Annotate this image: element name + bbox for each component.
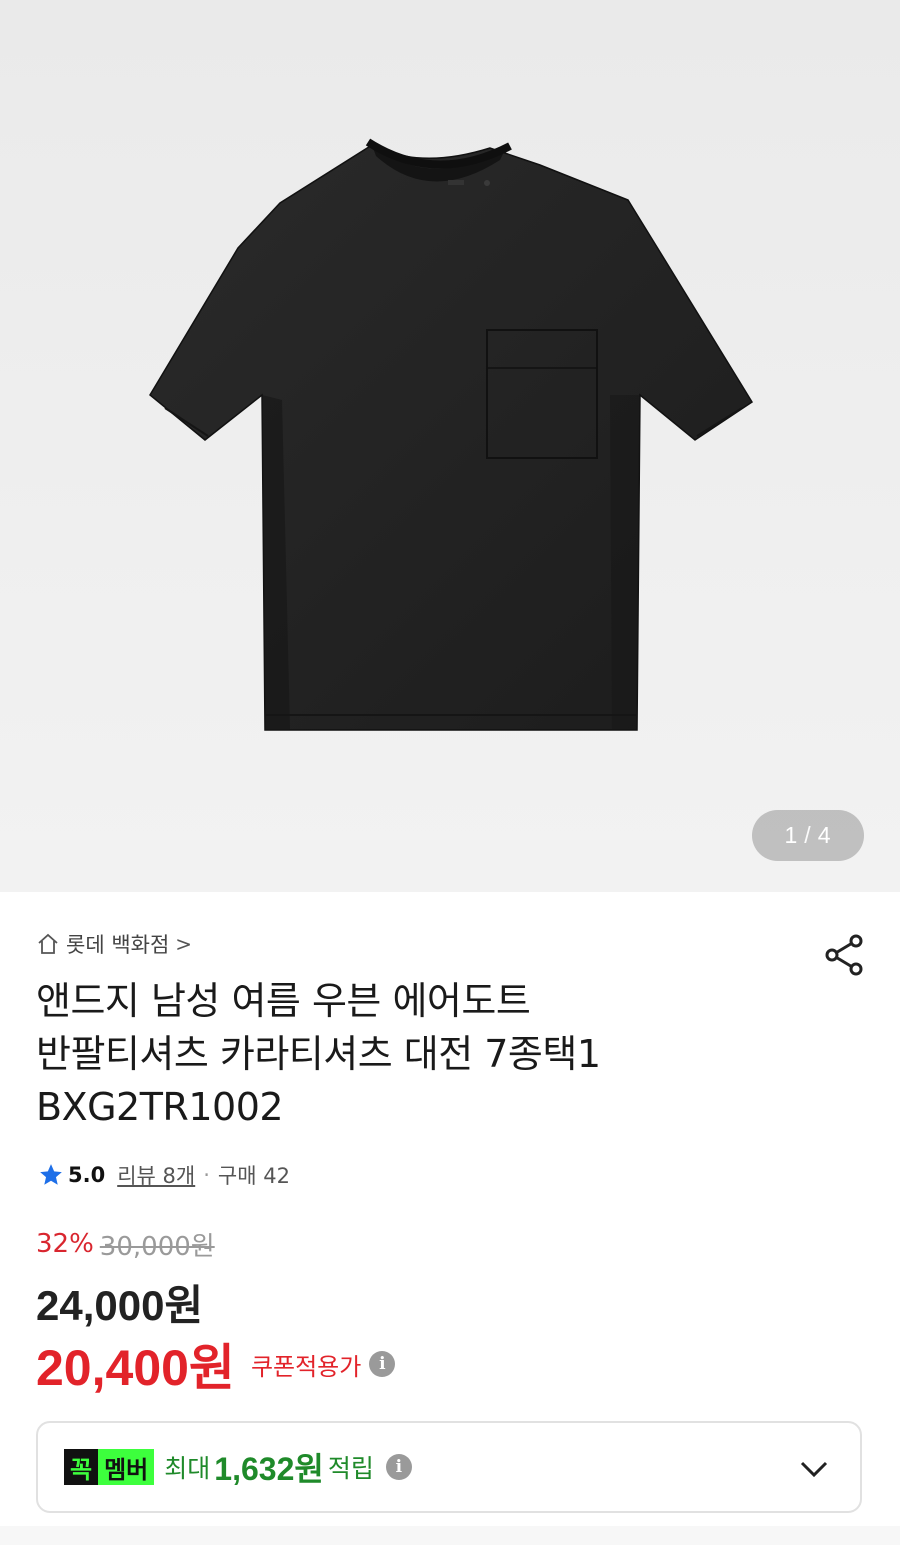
review-count-link[interactable]: 리뷰 8개: [117, 1160, 195, 1190]
reward-amount: 1,632원: [214, 1451, 324, 1487]
reward-prefix: 최대: [164, 1454, 211, 1483]
product-title: 앤드지 남성 여름 우븐 에어도트 반팔티셔츠 카라티셔츠 대전 7종택1 BX…: [36, 975, 796, 1134]
sale-price: 24,000원: [36, 1282, 204, 1329]
info-icon[interactable]: i: [385, 1454, 412, 1480]
discount-row: 32% 30,000원: [36, 1226, 215, 1262]
store-name: 롯데 백화점: [66, 933, 170, 957]
separator-dot: ·: [203, 1163, 210, 1187]
share-icon[interactable]: [822, 932, 868, 978]
membership-reward-panel[interactable]: 꼭 멤버 최대 1,632원 적립 i: [36, 1421, 862, 1513]
info-icon[interactable]: i: [369, 1351, 396, 1377]
product-title-line: 반팔티셔츠 카라티셔츠 대전 7종택1: [36, 1032, 601, 1076]
section-divider: [0, 1526, 900, 1545]
rating-summary: 5.0 리뷰 8개 · 구매 42: [38, 1158, 290, 1192]
coupon-price: 20,400원: [36, 1340, 235, 1396]
image-pager: 1 / 4: [752, 810, 864, 861]
product-title-line: 앤드지 남성 여름 우븐 에어도트: [36, 979, 531, 1023]
chevron-right-icon: >: [175, 932, 193, 956]
store-link[interactable]: 롯데 백화점 >: [36, 928, 192, 960]
pager-total: 4: [817, 822, 832, 848]
coupon-price-row: 20,400원 쿠폰적용가 i: [36, 1334, 396, 1396]
reward-suffix: 적립: [327, 1454, 374, 1483]
product-image-gallery[interactable]: 1 / 4: [0, 0, 900, 892]
member-badge-part2: 멤버: [98, 1449, 155, 1485]
member-badge: 꼭 멤버: [64, 1449, 155, 1485]
original-price: 30,000원: [99, 1231, 215, 1262]
discount-percent: 32%: [36, 1229, 94, 1259]
star-icon: [40, 1164, 62, 1185]
home-icon: [38, 933, 58, 954]
pager-current: 1: [784, 822, 799, 848]
product-image: [149, 138, 754, 731]
member-badge-part1: 꼭: [64, 1449, 99, 1485]
rating-score: 5.0: [68, 1163, 106, 1187]
member-reward-text: 최대 1,632원 적립 i: [164, 1444, 412, 1490]
product-title-line: BXG2TR1002: [36, 1085, 284, 1129]
chevron-down-icon[interactable]: [798, 1453, 830, 1485]
purchase-count: 구매 42: [217, 1164, 290, 1188]
coupon-label: 쿠폰적용가: [250, 1352, 362, 1381]
pager-separator: /: [804, 822, 812, 848]
